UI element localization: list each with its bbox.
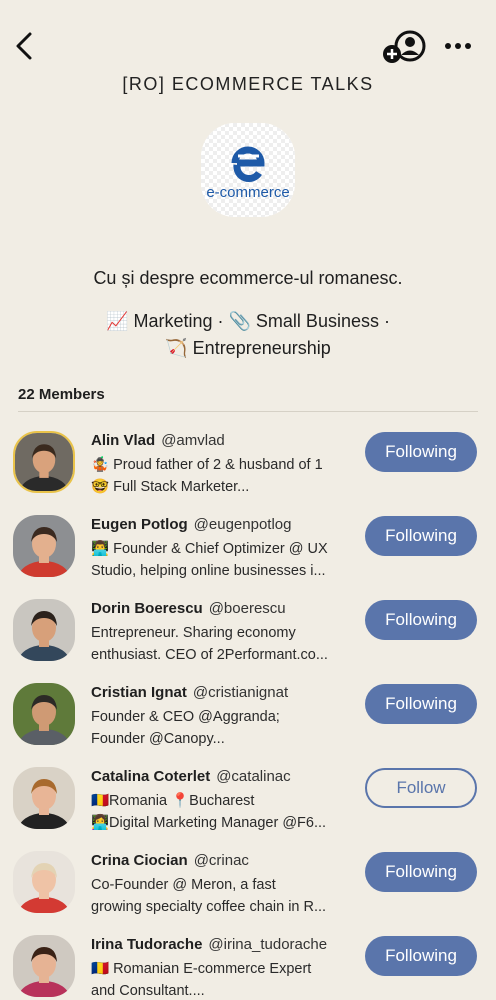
- more-horizontal-icon: [445, 43, 471, 49]
- following-button[interactable]: Following: [365, 936, 477, 976]
- topic-entrepreneurship[interactable]: 🏹 Entrepreneurship: [165, 338, 331, 358]
- topic-marketing[interactable]: 📈 Marketing: [106, 311, 212, 331]
- member-bio: 🇷🇴Romania 📍Bucharest 👩‍💻Digital Marketing…: [91, 793, 327, 831]
- divider: [18, 411, 478, 412]
- member-handle: @cristianignat: [192, 684, 289, 701]
- member-handle: @crinac: [193, 852, 249, 869]
- member-name[interactable]: Catalina Coterlet @catalinac: [91, 768, 291, 785]
- back-button[interactable]: [10, 30, 40, 62]
- member-handle: @irina_tudorache: [208, 936, 328, 953]
- follow-button[interactable]: Follow: [365, 768, 477, 808]
- member-bio: Entrepreneur. Sharing economy enthusiast.…: [91, 625, 328, 663]
- member-handle: @boerescu: [208, 600, 286, 617]
- club-topics: 📈 Marketing · 📎 Small Business · 🏹 Entre…: [106, 311, 390, 358]
- members-count: 22 Members: [18, 386, 105, 403]
- avatar[interactable]: [13, 851, 75, 913]
- following-button[interactable]: Following: [365, 432, 477, 472]
- member-bio: Co-Founder @ Meron, a fast growing specia…: [91, 877, 327, 915]
- add-member-icon: [383, 30, 426, 63]
- member-name[interactable]: Dorin Boerescu @boerescu: [91, 600, 286, 617]
- member-handle: @eugenpotlog: [193, 516, 292, 533]
- member-bio: Founder & CEO @Aggranda; Founder @Canopy.…: [91, 709, 280, 747]
- avatar[interactable]: [13, 935, 75, 997]
- member-handle: @catalinac: [216, 768, 291, 785]
- club-title: [RO] ECOMMERCE TALKS: [122, 74, 374, 94]
- member-row[interactable]: Irina Tudorache @irina_tudorache 🇷🇴 Romani…: [0, 928, 496, 1000]
- member-name[interactable]: Crina Ciocian @crinac: [91, 852, 249, 869]
- following-button[interactable]: Following: [365, 600, 477, 640]
- member-name[interactable]: Irina Tudorache @irina_tudorache: [91, 936, 327, 953]
- member-name[interactable]: Eugen Potlog @eugenpotlog: [91, 516, 291, 533]
- following-button[interactable]: Following: [365, 684, 477, 724]
- club-page: [RO] ECOMMERCE TALKS e-commerce Cu și de…: [0, 0, 496, 1000]
- member-row[interactable]: Dorin Boerescu @boerescu Entrepreneur. Sha…: [0, 592, 496, 676]
- avatar[interactable]: [13, 515, 75, 577]
- member-handle: @amvlad: [161, 432, 225, 449]
- member-row[interactable]: Cristian Ignat @cristianignat Founder & CE…: [0, 676, 496, 760]
- member-name[interactable]: Alin Vlad @amvlad: [91, 432, 225, 449]
- following-button[interactable]: Following: [365, 516, 477, 556]
- avatar[interactable]: [13, 683, 75, 745]
- following-button[interactable]: Following: [365, 852, 477, 892]
- member-row[interactable]: Crina Ciocian @crinac Co-Founder @ Meron, …: [0, 844, 496, 928]
- club-description: Cu și despre ecommerce-ul romanesc.: [93, 268, 403, 288]
- logo-text: e-commerce: [206, 184, 289, 201]
- member-bio: 🤹 Proud father of 2 & husband of 1 🤓 Full…: [91, 457, 323, 495]
- member-bio: 🇷🇴 Romanian E-commerce Expert and Consult…: [91, 961, 312, 999]
- member-row[interactable]: Alin Vlad @amvlad 🤹 Proud father of 2 & hu…: [0, 424, 496, 508]
- member-row[interactable]: Catalina Coterlet @catalinac 🇷🇴Romania 📍Bu…: [0, 760, 496, 844]
- topic-small-business[interactable]: 📎 Small Business: [228, 311, 378, 331]
- chevron-left-icon: [16, 32, 32, 60]
- more-options-button[interactable]: [442, 36, 474, 56]
- avatar[interactable]: [13, 431, 75, 493]
- member-name[interactable]: Cristian Ignat @cristianignat: [91, 684, 288, 701]
- add-member-button[interactable]: [380, 28, 428, 66]
- club-logo[interactable]: e-commerce: [201, 123, 295, 217]
- avatar[interactable]: [13, 767, 75, 829]
- member-bio: 👨‍💻 Founder & Chief Optimizer @ UX Studio…: [91, 541, 328, 579]
- member-row[interactable]: Eugen Potlog @eugenpotlog 👨‍💻 Founder & Ch…: [0, 508, 496, 592]
- avatar[interactable]: [13, 599, 75, 661]
